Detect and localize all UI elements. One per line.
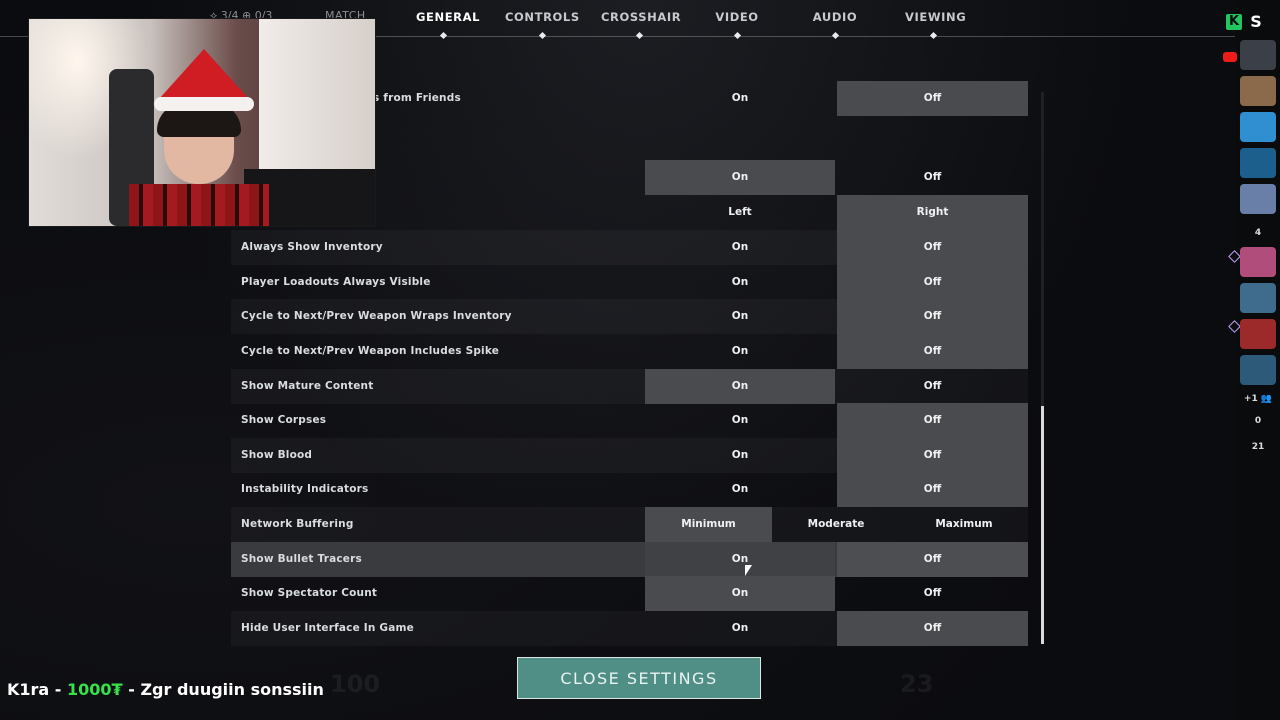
count-label: 4 (1254, 228, 1262, 238)
option-on[interactable]: On (645, 611, 835, 646)
settings-row: Network Buffering Minimum Moderate Maxim… (231, 507, 1028, 542)
settings-row: Show Mature Content On Off (231, 369, 1028, 404)
option-on[interactable]: On (645, 472, 835, 507)
option-off[interactable]: Off (837, 81, 1028, 116)
option-on[interactable]: On (645, 576, 835, 611)
stream-logo-icon: S (1250, 12, 1262, 31)
settings-row: Show Spectator Count On Off (231, 576, 1028, 611)
setting-label: Network Buffering (241, 518, 354, 530)
hud-health: 100 (330, 670, 381, 698)
option-off[interactable]: Off (837, 265, 1028, 300)
party-avatar[interactable] (1240, 148, 1276, 178)
option-off[interactable]: Off (837, 230, 1028, 265)
kick-logo-icon: K (1226, 14, 1242, 30)
mouse-cursor-icon (745, 565, 752, 576)
option-on[interactable]: On (645, 81, 835, 116)
option-off[interactable]: Off (837, 403, 1028, 438)
settings-row: Hide User Interface In Game On Off (231, 611, 1028, 646)
setting-label: Show Blood (241, 449, 313, 461)
setting-label: Instability Indicators (241, 483, 369, 495)
option-off[interactable]: Off (837, 160, 1028, 195)
setting-label: Show Corpses (241, 414, 327, 426)
people-icon: 👥 (1260, 394, 1273, 404)
option-maximum[interactable]: Maximum (900, 507, 1028, 542)
option-off[interactable]: Off (837, 611, 1028, 646)
settings-row: Player Loadouts Always Visible On Off (231, 265, 1028, 300)
setting-label: Hide User Interface In Game (241, 622, 414, 634)
option-off[interactable]: Off (837, 438, 1028, 473)
settings-row: Show Blood On Off (231, 438, 1028, 473)
count-label: 0 (1254, 416, 1262, 426)
santa-hat-icon (159, 49, 249, 99)
settings-row: Show Corpses On Off (231, 403, 1028, 438)
option-on[interactable]: On (645, 438, 835, 473)
option-minimum[interactable]: Minimum (645, 507, 772, 542)
santa-hat-band (154, 97, 254, 111)
settings-row-hovered: Show Bullet Tracers On Off (231, 542, 1028, 577)
option-off[interactable]: Off (837, 299, 1028, 334)
setting-label: s from Friends (373, 92, 461, 104)
invite-count[interactable]: +1 👥 (1236, 394, 1280, 404)
party-avatar[interactable] (1240, 247, 1276, 277)
window-curtain (259, 19, 375, 169)
option-on[interactable]: On (645, 230, 835, 265)
option-on[interactable]: On (645, 334, 835, 369)
party-avatar[interactable] (1240, 112, 1276, 142)
plaid-shirt (129, 184, 269, 226)
setting-label: Player Loadouts Always Visible (241, 276, 431, 288)
option-off[interactable]: Off (837, 334, 1028, 369)
donation-amount: 1000₮ (67, 680, 123, 699)
option-on[interactable]: On (645, 299, 835, 334)
option-moderate[interactable]: Moderate (772, 507, 900, 542)
donor-name: K1ra (7, 680, 50, 699)
setting-label: Show Mature Content (241, 380, 374, 392)
option-off[interactable]: Off (837, 576, 1028, 611)
donation-alert: K1ra - 1000₮ - Zgr duugiin sonssiin (7, 680, 324, 699)
party-avatar[interactable] (1240, 355, 1276, 385)
option-off[interactable]: Off (837, 369, 1028, 404)
option-on[interactable]: On (645, 160, 835, 195)
count-label: 21 (1251, 442, 1265, 452)
option-on[interactable]: On (645, 403, 835, 438)
option-on[interactable]: On (645, 265, 835, 300)
setting-label: Show Bullet Tracers (241, 553, 362, 565)
youtube-icon (1223, 52, 1237, 62)
settings-row: Instability Indicators On Off (231, 472, 1028, 507)
option-on[interactable]: On (645, 542, 835, 577)
settings-row: Cycle to Next/Prev Weapon Wraps Inventor… (231, 299, 1028, 334)
option-right[interactable]: Right (837, 195, 1028, 230)
option-left[interactable]: Left (645, 195, 835, 230)
settings-row: Cycle to Next/Prev Weapon Includes Spike… (231, 334, 1028, 369)
setting-label: Cycle to Next/Prev Weapon Includes Spike (241, 345, 500, 357)
option-on[interactable]: On (645, 369, 835, 404)
party-avatar[interactable] (1240, 184, 1276, 214)
party-avatar[interactable] (1240, 283, 1276, 313)
option-off[interactable]: Off (837, 472, 1028, 507)
donation-message: Zgr duugiin sonssiin (140, 680, 324, 699)
streamer (119, 49, 269, 226)
option-off[interactable]: Off (837, 542, 1028, 577)
close-settings-button[interactable]: CLOSE SETTINGS (517, 657, 761, 699)
party-avatar[interactable] (1240, 76, 1276, 106)
setting-label: Show Spectator Count (241, 587, 378, 599)
hud-ammo: 23 (900, 670, 934, 698)
webcam-overlay (28, 18, 376, 227)
setting-label: Cycle to Next/Prev Weapon Wraps Inventor… (241, 310, 512, 322)
settings-row: Always Show Inventory On Off (231, 230, 1028, 265)
party-avatar[interactable] (1240, 319, 1276, 349)
settings-scrollbar-thumb[interactable] (1041, 406, 1044, 644)
party-avatar[interactable] (1240, 40, 1276, 70)
setting-label: Always Show Inventory (241, 241, 383, 253)
